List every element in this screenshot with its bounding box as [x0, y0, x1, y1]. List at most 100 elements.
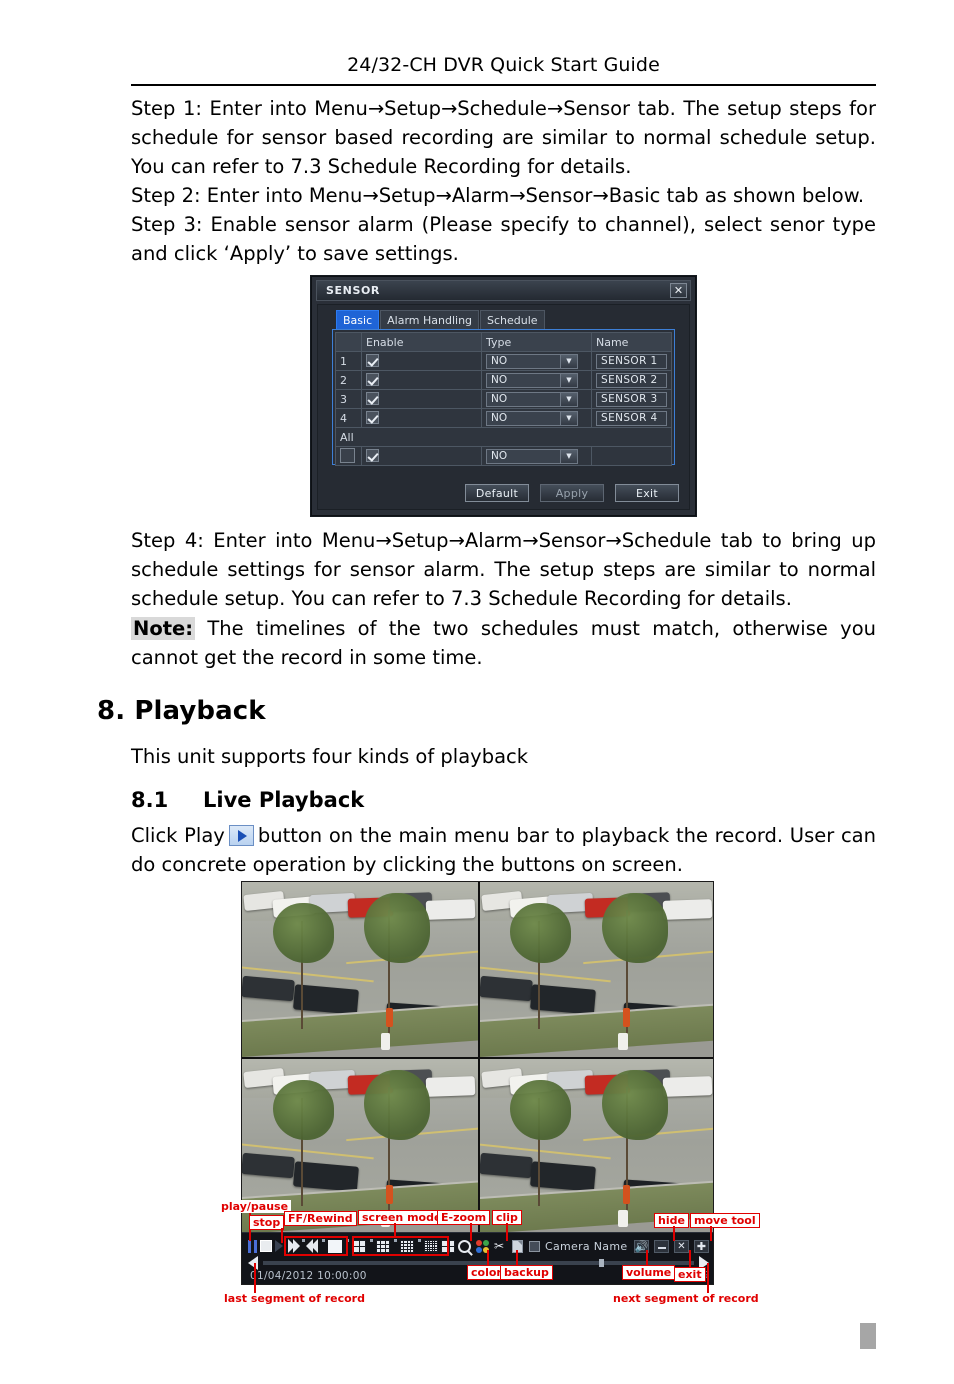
paragraph-step3: Step 3: Enable sensor alarm (Please spec…	[131, 210, 876, 268]
type-select-value: NO	[491, 412, 508, 424]
col-name: Name	[591, 332, 672, 352]
note-paragraph: Note: The timelines of the two schedules…	[131, 614, 876, 672]
row-type-cell: NO ▼	[481, 351, 592, 371]
name-input[interactable]: SENSOR 2	[596, 372, 667, 388]
annotation-screen-mode: screen mode	[358, 1210, 446, 1225]
sensor-dialog: SENSOR ✕ Basic Alarm Handling Schedule E…	[311, 276, 696, 516]
type-select-value: NO	[491, 374, 508, 386]
annotation-volume: volume	[622, 1265, 676, 1280]
row-name-cell: SENSOR 3	[591, 389, 672, 409]
leader-last-segment	[254, 1263, 256, 1293]
video-channel-1[interactable]	[242, 882, 478, 1057]
section-title: Playback	[134, 696, 266, 726]
sensor-dialog-body: Basic Alarm Handling Schedule Enable Typ…	[317, 304, 690, 510]
type-select[interactable]: NO ▼	[486, 372, 578, 388]
stop-icon[interactable]	[260, 1240, 272, 1252]
annotation-hide: hide	[654, 1213, 689, 1228]
enable-all-checkbox[interactable]	[366, 449, 379, 462]
table-row: 2 NO ▼ SENSOR 2	[335, 370, 672, 390]
row-enable-cell	[361, 370, 482, 390]
camera-scene	[479, 1059, 713, 1234]
row-index: 3	[335, 389, 362, 409]
subsection-number: 8.1	[131, 788, 169, 812]
leader-next-segment	[707, 1263, 709, 1293]
leader-move-tool	[710, 1226, 712, 1241]
sensor-tabs: Basic Alarm Handling Schedule	[336, 310, 546, 329]
move-tool-icon[interactable]: ✚	[694, 1239, 709, 1253]
sensor-dialog-title: SENSOR	[326, 284, 380, 297]
play-pause-icon[interactable]	[248, 1239, 257, 1253]
table-header-row: Enable Type Name	[335, 332, 672, 352]
close-icon[interactable]: ✕	[670, 283, 687, 298]
row-enable-cell	[361, 351, 482, 371]
hide-icon[interactable]	[654, 1239, 669, 1253]
apply-button[interactable]: Apply	[540, 484, 604, 502]
subsection-paragraph-text: Click Play button on the main menu bar to…	[131, 821, 876, 879]
exit-icon[interactable]: ✕	[674, 1239, 689, 1253]
paragraph-step3-text: Step 3: Enable sensor alarm (Please spec…	[131, 213, 876, 265]
row-index: 2	[335, 370, 362, 390]
clip-icon[interactable]: ✂	[494, 1239, 508, 1253]
table-row: 3 NO ▼ SENSOR 3	[335, 389, 672, 409]
default-button[interactable]: Default	[465, 484, 529, 502]
chevron-down-icon[interactable]: ▼	[560, 354, 577, 368]
last-segment-icon[interactable]	[248, 1255, 258, 1270]
camera-name-label: Camera Name	[545, 1239, 628, 1253]
col-index	[335, 332, 362, 352]
page-header-title: 24/32-CH DVR Quick Start Guide	[347, 54, 660, 76]
chevron-down-icon[interactable]: ▼	[560, 449, 577, 463]
annotation-play-pause: play/pause	[218, 1200, 292, 1213]
type-select-value: NO	[491, 393, 508, 405]
leader-volume	[646, 1250, 648, 1266]
exit-button[interactable]: Exit	[615, 484, 679, 502]
select-all-checkbox[interactable]	[340, 448, 355, 463]
enable-checkbox[interactable]	[366, 354, 379, 367]
leader-screen-mode	[394, 1223, 396, 1237]
highlight-screen-mode	[352, 1236, 449, 1256]
name-input[interactable]: SENSOR 4	[596, 410, 667, 426]
type-select-all[interactable]: NO ▼	[486, 448, 578, 464]
type-select[interactable]: NO ▼	[486, 353, 578, 369]
progress-knob[interactable]	[599, 1258, 605, 1267]
table-all-label-row: All	[335, 427, 672, 447]
page-title: 8. Playback	[97, 696, 266, 726]
all-label: All	[335, 427, 672, 447]
e-zoom-icon[interactable]	[458, 1239, 471, 1253]
tab-alarm-handling[interactable]: Alarm Handling	[380, 310, 480, 329]
enable-checkbox[interactable]	[366, 373, 379, 386]
enable-checkbox[interactable]	[366, 411, 379, 424]
row-type-cell: NO ▼	[481, 370, 592, 390]
video-channel-2[interactable]	[479, 882, 713, 1057]
annotation-next-segment: next segment of record	[610, 1292, 762, 1305]
leader-hide	[673, 1226, 675, 1241]
enable-checkbox[interactable]	[366, 392, 379, 405]
video-channel-4[interactable]	[479, 1059, 713, 1234]
chevron-down-icon[interactable]: ▼	[560, 373, 577, 387]
header-divider	[131, 84, 876, 86]
type-select-all-value: NO	[491, 450, 508, 462]
camera-name-checkbox[interactable]	[529, 1240, 540, 1252]
page-marker	[860, 1323, 876, 1349]
row-type-cell: NO ▼	[481, 389, 592, 409]
tab-basic[interactable]: Basic	[336, 310, 380, 329]
progress-bar[interactable]	[263, 1258, 694, 1267]
tab-schedule[interactable]: Schedule	[480, 310, 545, 329]
sensor-dialog-titlebar: SENSOR ✕	[316, 280, 691, 301]
row-name-cell: SENSOR 1	[591, 351, 672, 371]
name-input[interactable]: SENSOR 3	[596, 391, 667, 407]
annotation-ff-rewind: FF/Rewind	[284, 1211, 357, 1226]
name-input[interactable]: SENSOR 1	[596, 353, 667, 369]
subsection-label: Live Playback	[203, 788, 365, 812]
table-row: 4 NO ▼ SENSOR 4	[335, 408, 672, 428]
paragraph-step1: Step 1: Enter into Menu→Setup→Schedule→S…	[131, 94, 876, 181]
leader-color	[487, 1250, 489, 1266]
all-type-cell: NO ▼	[481, 446, 592, 466]
table-row: 1 NO ▼ SENSOR 1	[335, 351, 672, 371]
chevron-down-icon[interactable]: ▼	[560, 411, 577, 425]
type-select[interactable]: NO ▼	[486, 391, 578, 407]
chevron-down-icon[interactable]: ▼	[560, 392, 577, 406]
section-number: 8.	[97, 696, 126, 726]
play-icon	[228, 825, 254, 846]
type-select[interactable]: NO ▼	[486, 410, 578, 426]
col-enable: Enable	[361, 332, 482, 352]
